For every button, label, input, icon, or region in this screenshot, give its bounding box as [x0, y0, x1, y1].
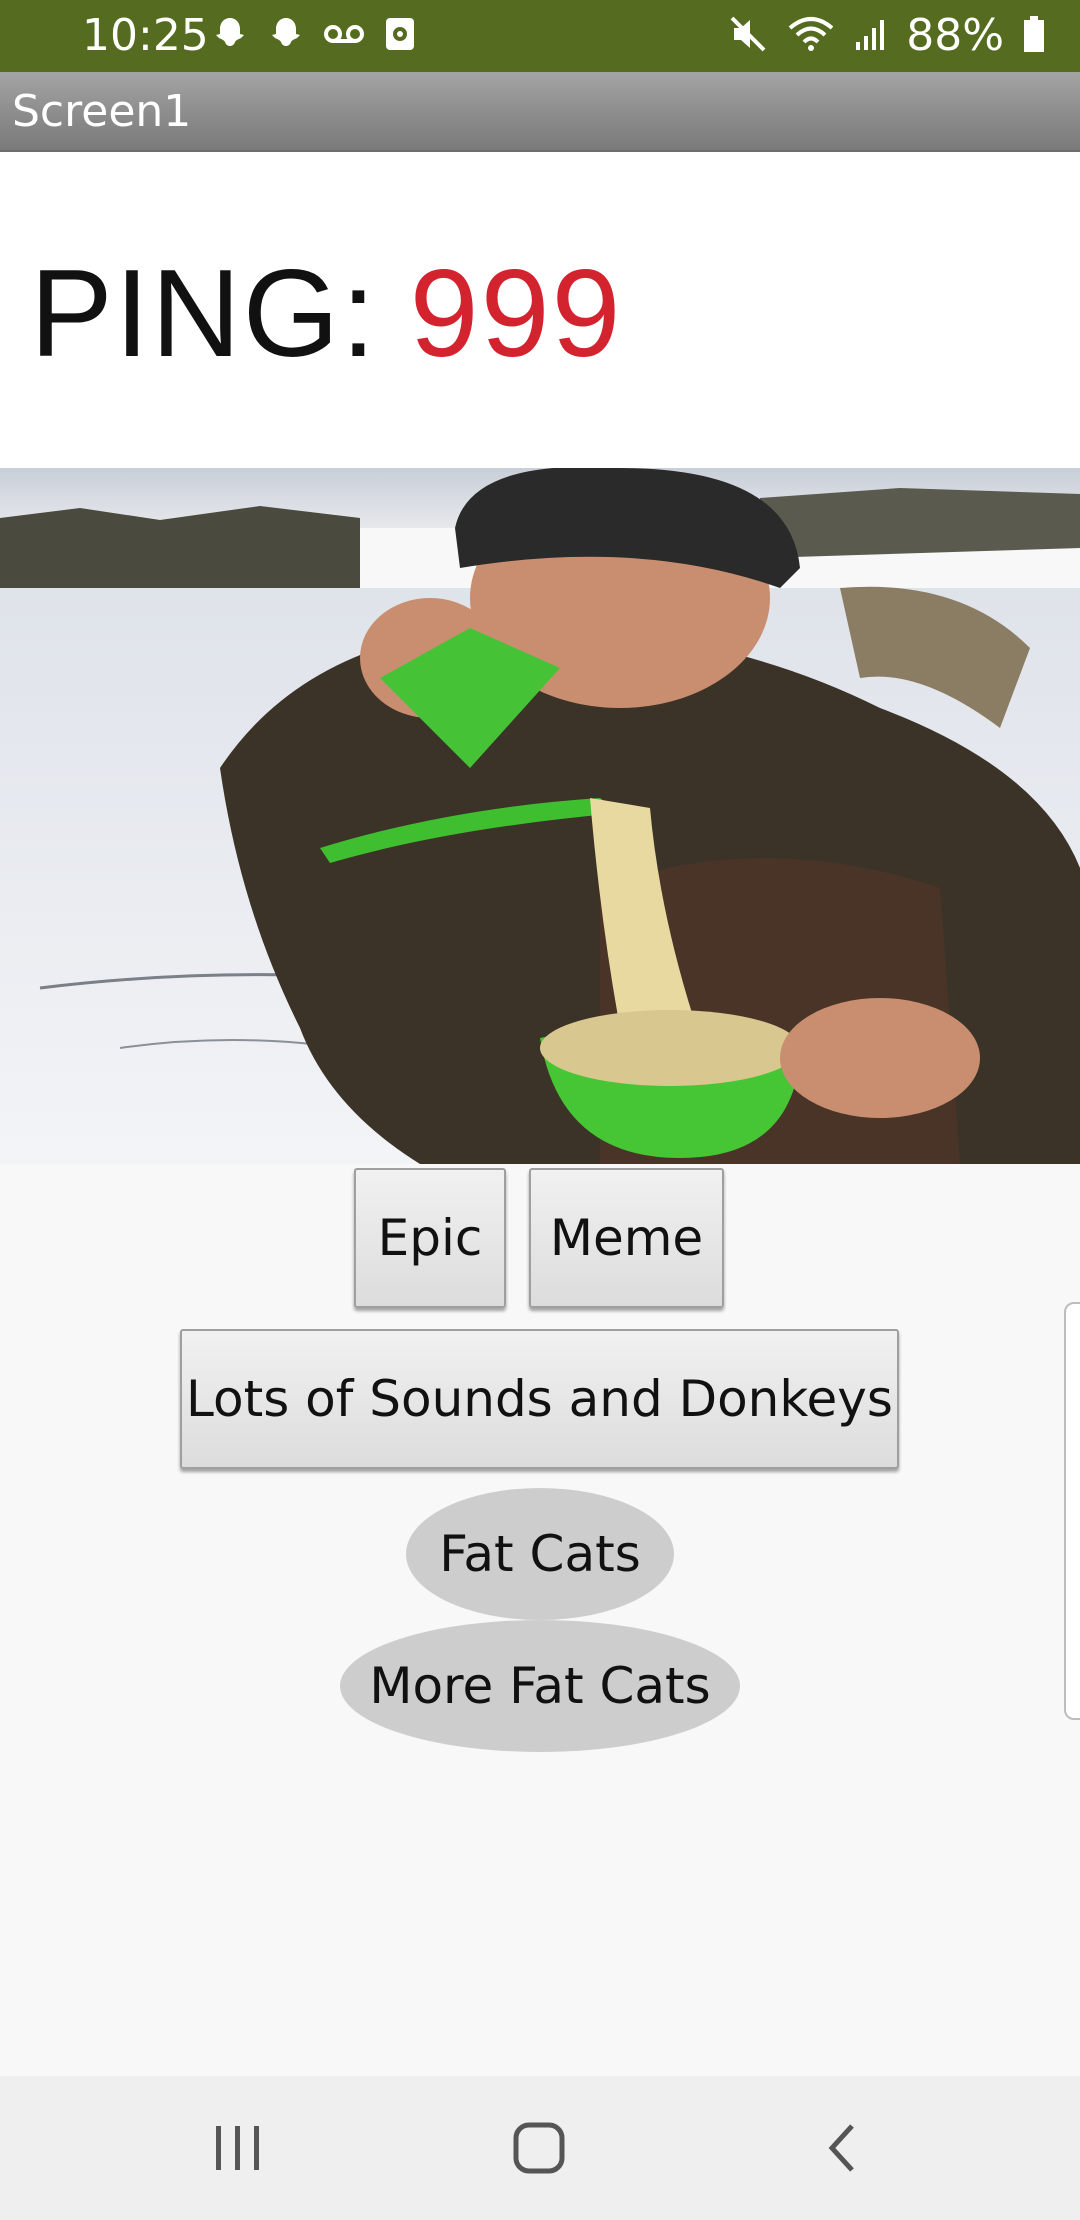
- meme-button[interactable]: Meme: [529, 1168, 724, 1308]
- ping-image: PING: 999: [0, 152, 1080, 468]
- wifi-icon: [786, 14, 836, 58]
- status-time: 10:25: [82, 10, 209, 61]
- recents-icon[interactable]: [208, 2122, 268, 2178]
- signal-icon: [854, 14, 888, 58]
- notification-icons: [210, 14, 418, 58]
- screen-record-icon: [382, 14, 418, 58]
- sounds-and-donkeys-button[interactable]: Lots of Sounds and Donkeys: [180, 1329, 899, 1469]
- more-fat-cats-button[interactable]: More Fat Cats: [340, 1620, 740, 1752]
- snapchat-icon: [210, 14, 250, 58]
- edge-panel-handle[interactable]: [1064, 1302, 1080, 1720]
- ping-caption: PING: 999: [30, 252, 623, 376]
- back-icon[interactable]: [818, 2120, 868, 2180]
- epic-button[interactable]: Epic: [354, 1168, 506, 1308]
- fat-cats-button[interactable]: Fat Cats: [406, 1488, 674, 1620]
- screen-title: Screen1: [12, 86, 192, 137]
- ping-label: PING:: [30, 245, 378, 383]
- status-right: 88%: [728, 10, 1046, 61]
- home-icon[interactable]: [510, 2120, 570, 2180]
- meme-photo: [0, 468, 1080, 1164]
- ping-value: 999: [409, 245, 623, 383]
- snapchat-icon: [266, 14, 306, 58]
- title-bar: Screen1: [0, 72, 1080, 152]
- voicemail-icon: [322, 14, 366, 58]
- status-bar: 10:25 88%: [0, 0, 1080, 72]
- mute-icon: [728, 14, 768, 58]
- navigation-bar: [0, 2076, 1080, 2220]
- battery-icon: [1022, 14, 1046, 58]
- battery-percent: 88%: [906, 10, 1004, 61]
